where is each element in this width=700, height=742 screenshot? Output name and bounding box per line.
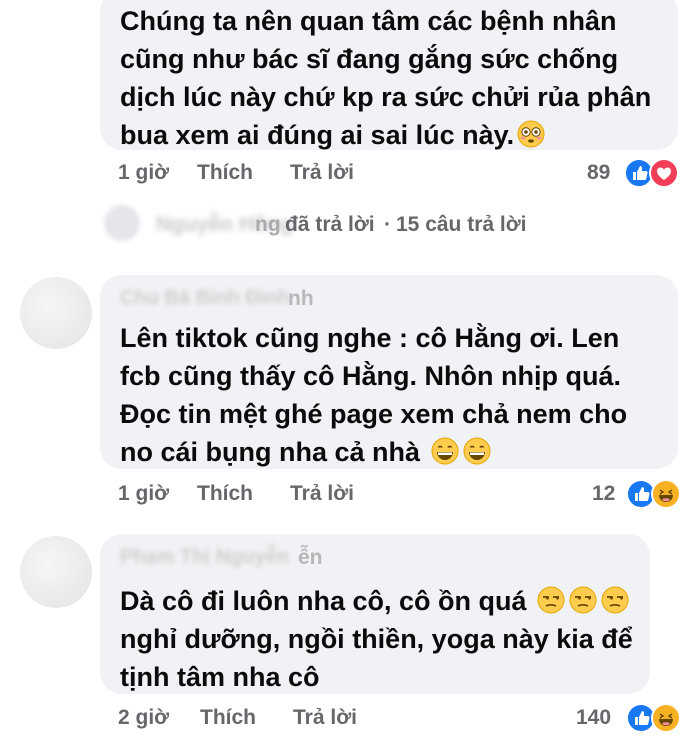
comment-bubble-3: Phạm Thị Nguyễn ễn Dà cô đi luôn nha cô,… xyxy=(100,534,650,694)
comment-text-2: Lên tiktok cũng nghe : cô Hằng ơi. Len f… xyxy=(120,323,628,467)
flushed-face-emoji-icon xyxy=(517,120,545,148)
commenter-name-partial: ễn xyxy=(298,546,323,569)
comment-time[interactable]: 1 giờ xyxy=(118,161,169,185)
comment-text-1: Chúng ta nên quan tâm các bệnh nhân cũng… xyxy=(120,6,652,150)
reaction-count[interactable]: 140 xyxy=(576,706,611,730)
view-replies-row[interactable]: Nguyễn Hồng ng đã trả lời · 15 câu trả l… xyxy=(0,203,700,243)
commenter-name-partial: nh xyxy=(288,287,314,310)
comment-text-3: Dà cô đi luôn nha cô, cô ồn quá nghỉ dưỡ… xyxy=(120,586,633,692)
grinning-face-emoji-icon xyxy=(463,437,491,465)
love-reaction-icon xyxy=(649,158,679,188)
reaction-count[interactable]: 12 xyxy=(592,482,615,506)
commenter-avatar-3[interactable] xyxy=(20,536,92,608)
reaction-count[interactable]: 89 xyxy=(587,161,610,185)
unamused-face-emoji-icon xyxy=(601,586,629,614)
comment-actions-2: 1 giờ Thích Trả lời 12 xyxy=(0,476,700,516)
separator-dot: · xyxy=(384,213,391,236)
comment-bubble-2: Chu Bá Bình Đình nh Lên tiktok cũng nghe… xyxy=(100,275,678,469)
like-button[interactable]: Thích xyxy=(200,706,256,730)
commenter-avatar-2[interactable] xyxy=(20,277,92,349)
comment-time[interactable]: 1 giờ xyxy=(118,482,169,506)
comment-actions-1: 1 giờ Thích Trả lời 89 xyxy=(0,155,700,195)
replier-name-partial: ng xyxy=(255,213,281,236)
grinning-face-emoji-icon xyxy=(431,437,459,465)
reply-button[interactable]: Trả lời xyxy=(290,161,354,185)
comment-actions-3: 2 giờ Thích Trả lời 140 xyxy=(0,698,700,738)
reply-button[interactable]: Trả lời xyxy=(293,706,357,730)
reply-count-label[interactable]: 15 câu trả lời xyxy=(396,213,527,237)
replied-label[interactable]: đã trả lời xyxy=(285,213,375,237)
reply-button[interactable]: Trả lời xyxy=(290,482,354,506)
commenter-name-blurred[interactable]: Chu Bá Bình Đình xyxy=(120,287,290,310)
unamused-face-emoji-icon xyxy=(569,586,597,614)
like-button[interactable]: Thích xyxy=(197,161,253,185)
haha-reaction-icon xyxy=(651,479,681,509)
unamused-face-emoji-icon xyxy=(537,586,565,614)
comment-time[interactable]: 2 giờ xyxy=(118,706,169,730)
haha-reaction-icon xyxy=(651,703,681,733)
replier-avatar xyxy=(104,205,140,241)
commenter-name-blurred[interactable]: Phạm Thị Nguyễn xyxy=(120,546,289,569)
comment-bubble-1: Chúng ta nên quan tâm các bệnh nhân cũng… xyxy=(100,0,678,150)
like-button[interactable]: Thích xyxy=(197,482,253,506)
